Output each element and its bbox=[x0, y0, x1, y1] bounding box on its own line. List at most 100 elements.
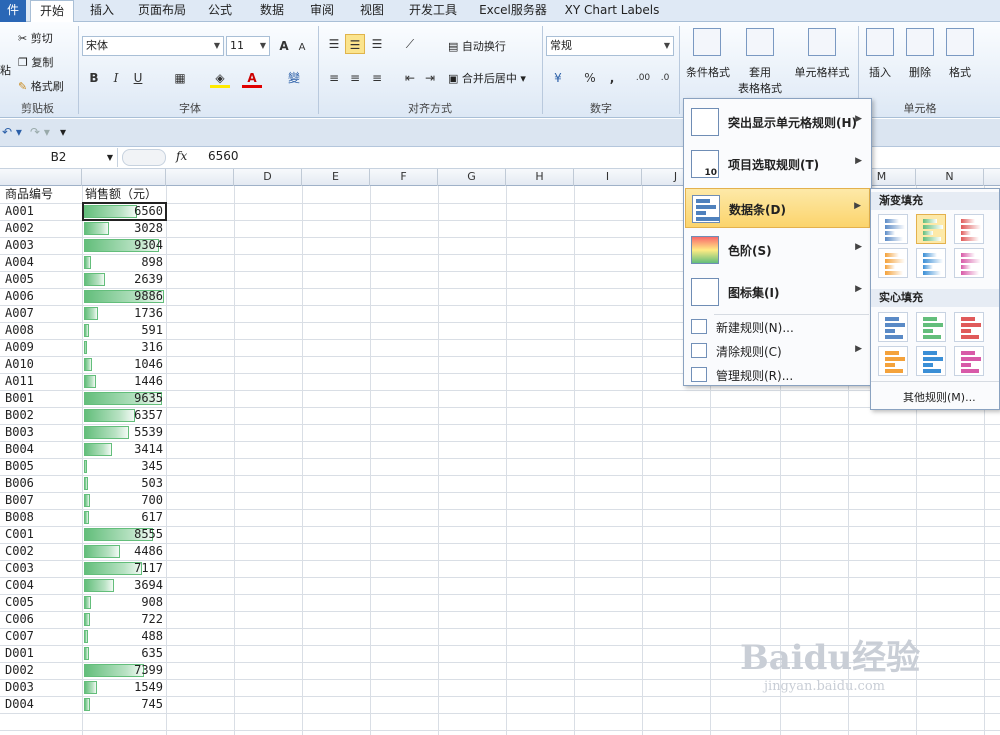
solid-data-bar-option[interactable] bbox=[954, 312, 984, 342]
cell-sales-value[interactable]: 635 bbox=[83, 645, 165, 662]
cell-sales-value[interactable]: 316 bbox=[83, 339, 165, 356]
more-rules-item[interactable]: 其他规则(M)... bbox=[903, 389, 976, 405]
cell-sales-value[interactable]: 6357 bbox=[83, 407, 165, 424]
cell-product-id[interactable]: C002 bbox=[5, 543, 81, 560]
cell-product-id[interactable]: A003 bbox=[5, 237, 81, 254]
format-cells-icon[interactable] bbox=[946, 28, 974, 56]
cell-product-id[interactable]: A008 bbox=[5, 322, 81, 339]
number-format-combo[interactable]: 常规 ▼ bbox=[546, 36, 674, 56]
header-sales[interactable]: 销售额（元） bbox=[85, 186, 165, 203]
cell-sales-value[interactable]: 617 bbox=[83, 509, 165, 526]
cell-styles-icon[interactable] bbox=[808, 28, 836, 56]
font-color-icon[interactable]: A bbox=[242, 68, 262, 88]
percent-button[interactable]: % bbox=[580, 68, 600, 88]
cell-sales-value[interactable]: 503 bbox=[83, 475, 165, 492]
cell-product-id[interactable]: B002 bbox=[5, 407, 81, 424]
underline-button[interactable]: U bbox=[128, 68, 148, 88]
cell-sales-value[interactable]: 908 bbox=[83, 594, 165, 611]
column-header-h[interactable]: H bbox=[506, 169, 574, 186]
currency-icon[interactable]: ¥ bbox=[548, 68, 568, 88]
menu-icon-sets[interactable]: 图标集(I) ▶ bbox=[685, 272, 870, 312]
menu-manage-rules[interactable]: 管理规则(R)... bbox=[685, 364, 870, 386]
shrink-font-button[interactable]: A bbox=[292, 38, 312, 58]
tab-home[interactable]: 开始 bbox=[30, 0, 74, 23]
cell-sales-value[interactable]: 345 bbox=[83, 458, 165, 475]
cell-sales-value[interactable]: 5539 bbox=[83, 424, 165, 441]
align-right-icon[interactable]: ≡ bbox=[367, 68, 387, 88]
cell-sales-value[interactable]: 1446 bbox=[83, 373, 165, 390]
cell-product-id[interactable]: D002 bbox=[5, 662, 81, 679]
cell-sales-value[interactable]: 8555 bbox=[83, 526, 165, 543]
cell-product-id[interactable]: B001 bbox=[5, 390, 81, 407]
align-middle-icon[interactable]: ☰ bbox=[345, 34, 365, 54]
column-header-g[interactable]: G bbox=[438, 169, 506, 186]
paste-button[interactable]: 粘 bbox=[0, 62, 11, 78]
cell-product-id[interactable]: A006 bbox=[5, 288, 81, 305]
cell-sales-value[interactable]: 898 bbox=[83, 254, 165, 271]
menu-new-rule[interactable]: 新建规则(N)... bbox=[685, 316, 870, 338]
bold-button[interactable]: B bbox=[84, 68, 104, 88]
cell-product-id[interactable]: A005 bbox=[5, 271, 81, 288]
cell-sales-value[interactable]: 591 bbox=[83, 322, 165, 339]
conditional-formatting-icon[interactable] bbox=[693, 28, 721, 56]
solid-data-bar-option[interactable] bbox=[916, 312, 946, 342]
redo-icon[interactable]: ↷ ▾ bbox=[30, 125, 50, 139]
column-header-n[interactable]: N bbox=[916, 169, 984, 186]
menu-top-bottom-rules[interactable]: 10 项目选取规则(T) ▶ bbox=[685, 144, 870, 184]
menu-highlight-cells-rules[interactable]: 突出显示单元格规则(H) ▶ bbox=[685, 102, 870, 142]
name-box[interactable]: B2 ▼ bbox=[0, 148, 118, 167]
cell-product-id[interactable]: A009 bbox=[5, 339, 81, 356]
cell-sales-value[interactable]: 3028 bbox=[83, 220, 165, 237]
cell-product-id[interactable]: A004 bbox=[5, 254, 81, 271]
column-header-f[interactable]: F bbox=[370, 169, 438, 186]
wrap-text-button[interactable]: ▤ 自动换行 bbox=[448, 38, 506, 54]
comma-button[interactable]: , bbox=[602, 68, 622, 88]
cell-sales-value[interactable]: 7117 bbox=[83, 560, 165, 577]
tab-page-layout[interactable]: 页面布局 bbox=[130, 0, 194, 22]
formula-bar-splitter[interactable] bbox=[122, 149, 166, 166]
cell-sales-value[interactable]: 9304 bbox=[83, 237, 165, 254]
cell-product-id[interactable]: B008 bbox=[5, 509, 81, 526]
cell-sales-value[interactable]: 7399 bbox=[83, 662, 165, 679]
decrease-decimal-button[interactable]: .0 bbox=[654, 68, 676, 88]
cell-sales-value[interactable]: 1736 bbox=[83, 305, 165, 322]
cell-product-id[interactable]: B005 bbox=[5, 458, 81, 475]
gradient-data-bar-option[interactable] bbox=[954, 248, 984, 278]
tab-excel-server[interactable]: Excel服务器 bbox=[472, 0, 554, 22]
tab-developer[interactable]: 开发工具 bbox=[402, 0, 464, 22]
cell-product-id[interactable]: D001 bbox=[5, 645, 81, 662]
delete-cells-label[interactable]: 删除 bbox=[902, 64, 938, 80]
cell-sales-value[interactable]: 1549 bbox=[83, 679, 165, 696]
borders-icon[interactable]: ▦ bbox=[170, 68, 190, 88]
customize-qat-icon[interactable]: ▾ bbox=[60, 125, 66, 139]
cell-product-id[interactable]: A010 bbox=[5, 356, 81, 373]
insert-cells-icon[interactable] bbox=[866, 28, 894, 56]
menu-data-bars[interactable]: 数据条(D) ▶ bbox=[685, 188, 870, 228]
formula-input[interactable]: 6560 bbox=[208, 149, 239, 163]
format-cells-label[interactable]: 格式 bbox=[942, 64, 978, 80]
undo-icon[interactable]: ↶ ▾ bbox=[2, 125, 22, 139]
increase-indent-icon[interactable]: ⇥ bbox=[420, 68, 440, 88]
column-header-d[interactable]: D bbox=[234, 169, 302, 186]
cell-sales-value[interactable]: 4486 bbox=[83, 543, 165, 560]
format-painter-button[interactable]: ✎ 格式刷 bbox=[18, 78, 64, 94]
column-header-a[interactable] bbox=[0, 169, 82, 186]
increase-decimal-button[interactable]: .00 bbox=[630, 68, 656, 88]
align-left-icon[interactable]: ≡ bbox=[324, 68, 344, 88]
format-as-table-icon[interactable] bbox=[746, 28, 774, 56]
cell-product-id[interactable]: B007 bbox=[5, 492, 81, 509]
tab-insert[interactable]: 插入 bbox=[80, 0, 124, 22]
tab-formulas[interactable]: 公式 bbox=[198, 0, 242, 22]
cell-product-id[interactable]: C006 bbox=[5, 611, 81, 628]
cell-product-id[interactable]: C003 bbox=[5, 560, 81, 577]
decrease-indent-icon[interactable]: ⇤ bbox=[400, 68, 420, 88]
cell-product-id[interactable]: C004 bbox=[5, 577, 81, 594]
merge-center-button[interactable]: ▣ 合并后居中 ▾ bbox=[448, 70, 526, 86]
grow-font-button[interactable]: A bbox=[274, 36, 294, 56]
header-product-id[interactable]: 商品编号 bbox=[5, 186, 81, 203]
cell-sales-value[interactable]: 3694 bbox=[83, 577, 165, 594]
cell-product-id[interactable]: B006 bbox=[5, 475, 81, 492]
menu-clear-rules[interactable]: 清除规则(C) ▶ bbox=[685, 340, 870, 362]
format-as-table-label-1[interactable]: 套用 bbox=[744, 64, 776, 80]
tab-data[interactable]: 数据 bbox=[250, 0, 294, 22]
